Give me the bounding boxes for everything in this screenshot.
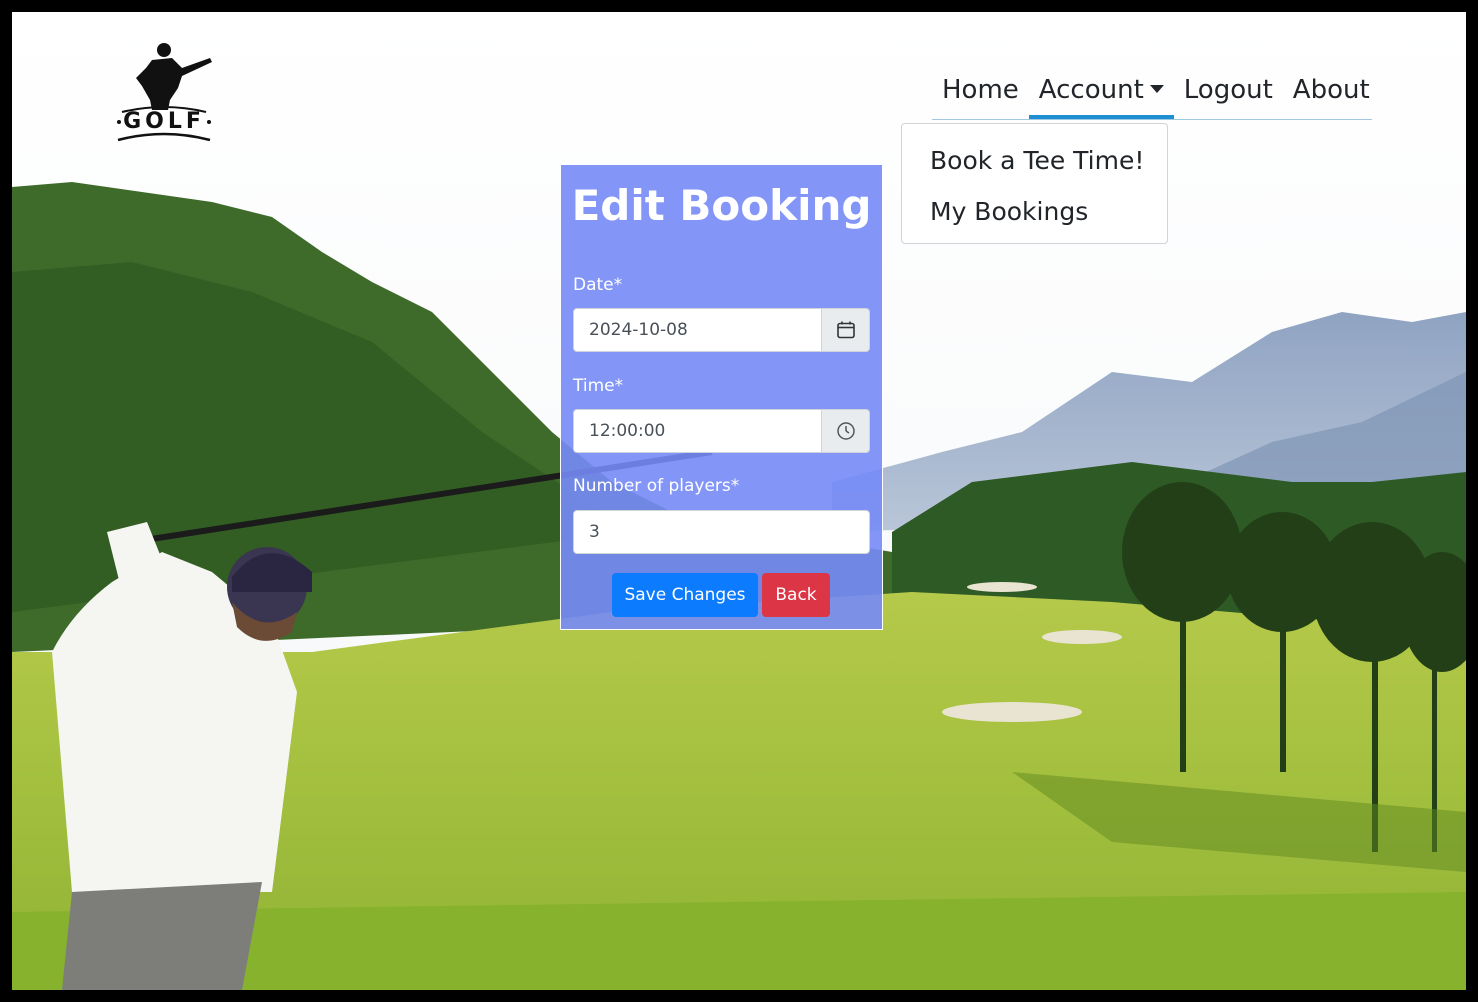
page: GOLF Home Account Logout About Book a Te… — [12, 12, 1466, 990]
caret-down-icon — [1149, 84, 1164, 93]
dropdown-item-book-tee-time[interactable]: Book a Tee Time! — [902, 138, 1167, 189]
clock-icon — [836, 422, 855, 440]
players-input-group: 3 — [573, 510, 870, 554]
dropdown-item-my-bookings[interactable]: My Bookings — [902, 189, 1167, 240]
calendar-icon — [836, 321, 855, 339]
logo-text: GOLF — [123, 109, 205, 134]
time-picker-button[interactable] — [822, 409, 870, 453]
date-label: Date* — [573, 275, 623, 295]
back-button[interactable]: Back — [762, 573, 830, 617]
time-input-group: 12:00:00 — [573, 409, 870, 453]
date-input[interactable]: 2024-10-08 — [573, 308, 822, 352]
golf-logo[interactable]: GOLF — [112, 38, 216, 142]
nav-account-label: Account — [1038, 75, 1144, 105]
time-label: Time* — [573, 376, 624, 396]
date-input-group: 2024-10-08 — [573, 308, 870, 352]
save-changes-button[interactable]: Save Changes — [612, 573, 758, 617]
nav-account[interactable]: Account — [1028, 68, 1174, 119]
edit-booking-card: Edit Booking Date* 2024-10-08 Time* 12:0… — [560, 164, 883, 630]
account-dropdown-menu: Book a Tee Time! My Bookings — [901, 123, 1168, 244]
players-label: Number of players* — [573, 476, 740, 496]
main-nav: Home Account Logout About — [932, 68, 1372, 120]
nav-home[interactable]: Home — [932, 68, 1029, 119]
page-title: Edit Booking — [571, 181, 872, 230]
date-picker-button[interactable] — [822, 308, 870, 352]
nav-about[interactable]: About — [1283, 68, 1380, 119]
nav-logout[interactable]: Logout — [1174, 68, 1283, 119]
time-input[interactable]: 12:00:00 — [573, 409, 822, 453]
players-input[interactable]: 3 — [573, 510, 870, 554]
